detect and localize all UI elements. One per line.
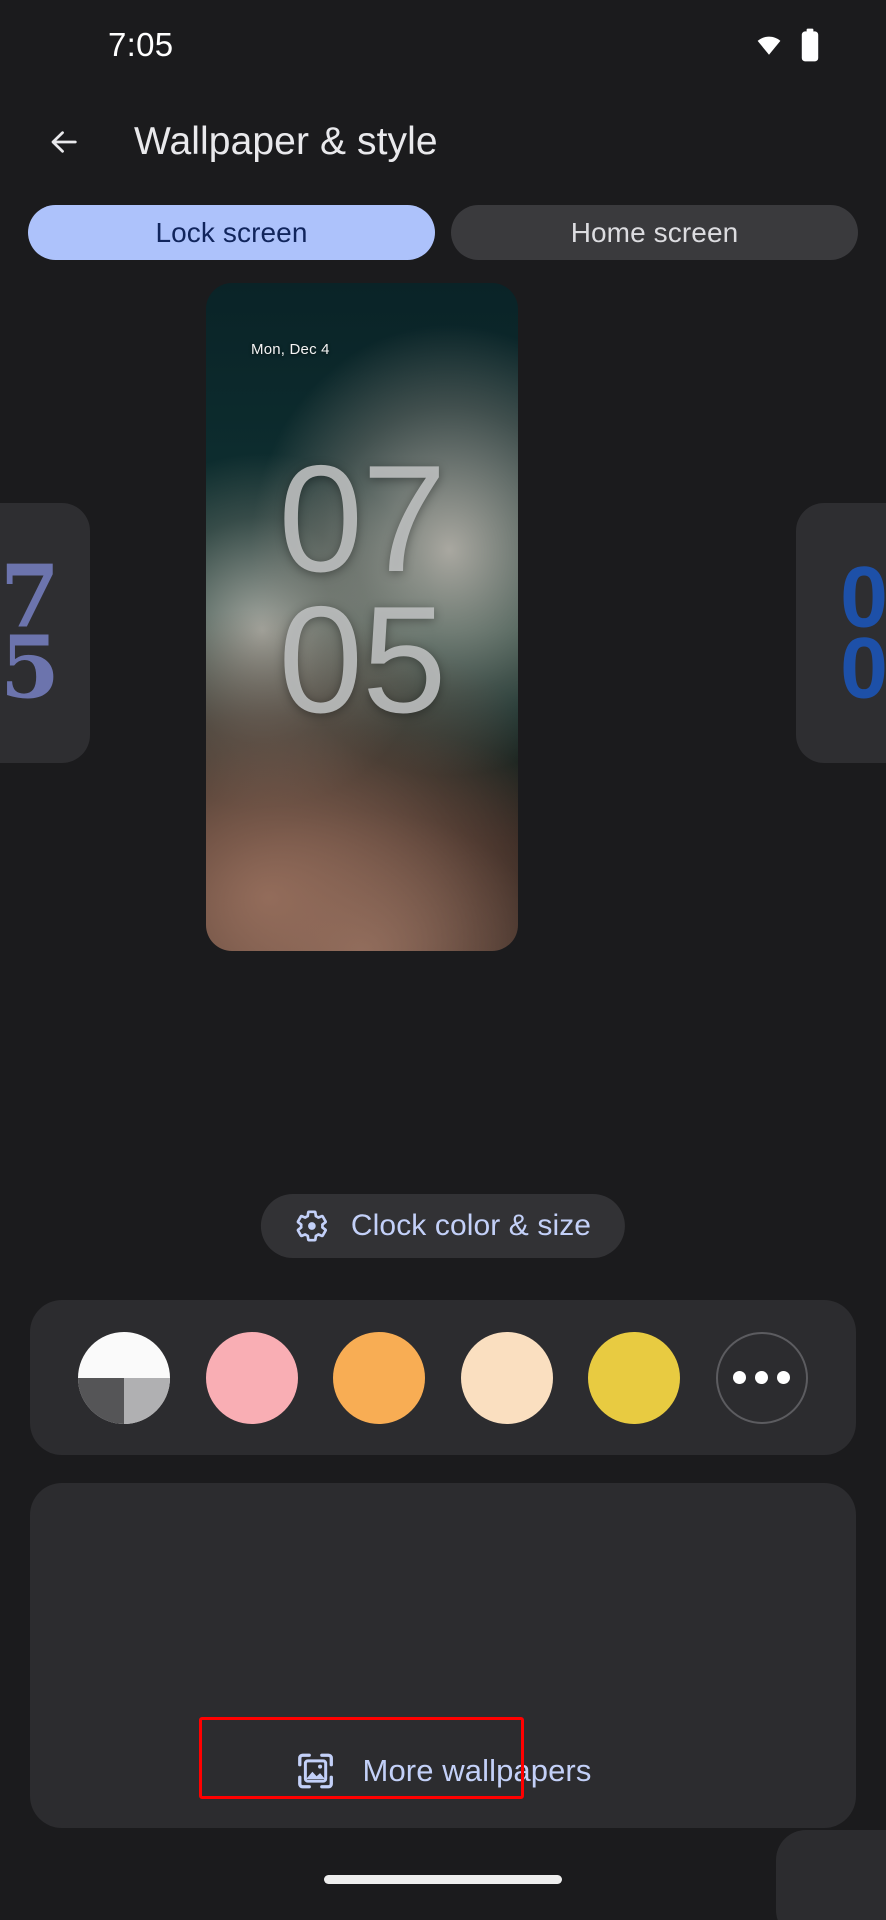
screen-tabs: Lock screen Home screen — [0, 205, 886, 260]
gear-icon — [296, 1210, 327, 1242]
preview-card-next-clock: 0705 — [840, 549, 886, 716]
preview-card-previous-clock: 0705 — [0, 546, 60, 718]
color-swatch-yellow[interactable] — [588, 1331, 681, 1424]
preview-card-previous[interactable]: 0705 — [0, 503, 90, 763]
dot-icon — [733, 1371, 747, 1384]
app-bar: Wallpaper & style — [0, 104, 886, 180]
status-bar-clock: 7:05 — [108, 26, 174, 63]
clock-color-size-button[interactable]: Clock color & size — [260, 1194, 626, 1258]
wifi-icon — [757, 36, 781, 55]
back-arrow-icon — [51, 131, 77, 153]
home-indicator[interactable] — [324, 1875, 562, 1884]
dot-icon — [777, 1371, 791, 1384]
wallpaper-preview-carousel: 0705 Mon, Dec 4 0705 0705 — [0, 283, 886, 963]
swatch-quadrant-bottom-right — [124, 1377, 170, 1424]
tab-lock-screen[interactable]: Lock screen — [28, 205, 435, 260]
dot-icon — [755, 1371, 769, 1384]
wallpaper-section-card: More wallpapers — [30, 1483, 856, 1828]
next-section-peek-card[interactable] — [776, 1830, 886, 1920]
more-wallpapers-label: More wallpapers — [362, 1753, 592, 1788]
preview-card-next[interactable]: 0705 — [796, 503, 886, 763]
more-wallpapers-button[interactable]: More wallpapers — [261, 1735, 626, 1807]
color-swatch-monochrome[interactable] — [78, 1331, 170, 1424]
color-swatch-pink[interactable] — [205, 1331, 298, 1424]
preview-clock: 07 05 — [278, 434, 446, 746]
wallpaper-style-screen: 7:05 Wallpaper & style Lock screen Home … — [0, 0, 886, 1920]
page-title: Wallpaper & style — [134, 120, 438, 163]
more-colors-button[interactable] — [715, 1331, 808, 1424]
status-bar: 7:05 — [0, 0, 886, 90]
image-frame-icon — [298, 1753, 333, 1789]
battery-icon — [801, 28, 819, 62]
lock-screen-preview[interactable]: Mon, Dec 4 07 05 — [206, 283, 518, 951]
status-bar-icons — [754, 28, 820, 62]
color-swatch-peach[interactable] — [460, 1331, 553, 1424]
preview-date: Mon, Dec 4 — [251, 341, 330, 358]
back-button[interactable] — [34, 112, 94, 172]
tab-home-screen[interactable]: Home screen — [451, 205, 858, 260]
clock-color-size-label: Clock color & size — [350, 1209, 592, 1242]
color-swatch-orange[interactable] — [333, 1331, 426, 1424]
swatch-quadrant-bottom-left — [78, 1377, 124, 1424]
color-swatch-row — [30, 1300, 856, 1455]
